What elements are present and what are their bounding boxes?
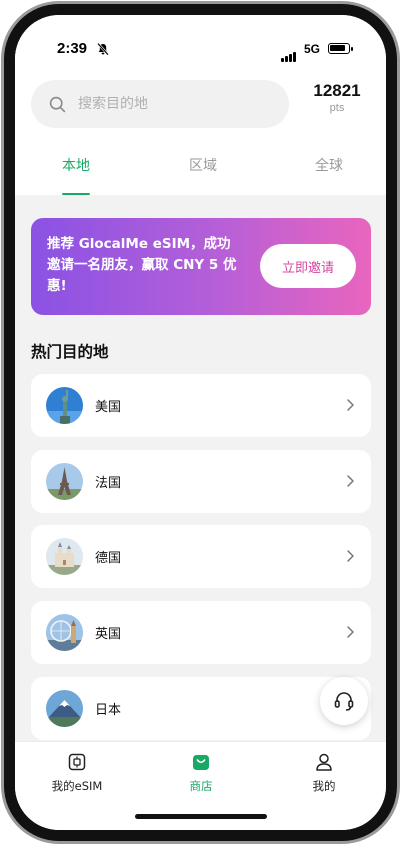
phone-frame: 2:39 5G 12821 pts 本地 区域 全球: [1, 1, 400, 844]
destination-item-germany[interactable]: 德国: [31, 525, 371, 588]
destination-name: 日本: [95, 703, 122, 718]
nav-label: 我的: [312, 779, 336, 793]
phone-bezel: 2:39 5G 12821 pts 本地 区域 全球: [4, 4, 397, 841]
castle-icon: [46, 538, 83, 575]
status-time: 2:39: [57, 40, 88, 57]
destination-item-france[interactable]: 法国: [31, 450, 371, 513]
battery-icon: [328, 43, 353, 54]
app-screen: 2:39 5G 12821 pts 本地 区域 全球: [15, 15, 386, 830]
invite-now-button[interactable]: 立即邀请: [260, 244, 356, 288]
mount-fuji-icon: [46, 690, 83, 727]
chevron-right-icon: [347, 550, 354, 562]
chevron-right-icon: [347, 475, 354, 487]
nav-profile[interactable]: 我的: [279, 752, 369, 794]
status-bar: 2:39 5G: [15, 15, 386, 77]
nav-my-esim[interactable]: 我的eSIM: [32, 752, 122, 794]
eiffel-tower-icon: [46, 463, 83, 500]
points-unit: pts: [329, 102, 345, 114]
destination-item-usa[interactable]: 美国: [31, 374, 371, 437]
destination-item-uk[interactable]: 英国: [31, 601, 371, 664]
headset-icon: [334, 692, 354, 711]
chevron-right-icon: [347, 399, 354, 411]
points-value: 12821: [313, 81, 361, 100]
network-type: 5G: [304, 42, 321, 56]
search-input[interactable]: [78, 96, 258, 112]
tab-region[interactable]: 区域: [173, 155, 233, 175]
tab-local[interactable]: 本地: [46, 155, 106, 175]
tab-global[interactable]: 全球: [299, 155, 359, 175]
london-eye-icon: [46, 614, 83, 651]
search-icon: [49, 96, 66, 112]
referral-banner[interactable]: 推荐 GlocalMe eSIM，成功邀请一名朋友，赢取 CNY 5 优惠! 立…: [31, 218, 371, 315]
destination-name: 法国: [95, 476, 122, 491]
shop-bag-icon: [193, 755, 209, 770]
search-bar[interactable]: [31, 80, 289, 128]
nav-label: 商店: [189, 779, 213, 793]
referral-text: 推荐 GlocalMe eSIM，成功邀请一名朋友，赢取 CNY 5 优惠!: [47, 236, 237, 294]
home-indicator[interactable]: [135, 814, 267, 819]
signal-strength-icon: [281, 43, 297, 62]
customer-support-button[interactable]: [320, 677, 368, 725]
user-icon: [316, 753, 332, 771]
destination-name: 英国: [95, 627, 122, 642]
destination-name: 德国: [95, 551, 122, 566]
statue-of-liberty-icon: [46, 387, 83, 424]
bell-muted-icon: [97, 42, 109, 56]
nav-shop[interactable]: 商店: [156, 752, 246, 794]
nav-label: 我的eSIM: [51, 779, 103, 793]
popular-destinations-title: 热门目的地: [31, 343, 109, 361]
active-tab-indicator: [62, 193, 90, 195]
esim-chip-icon: [68, 753, 86, 771]
header: 12821 pts 本地 区域 全球: [15, 77, 386, 195]
chevron-right-icon: [347, 626, 354, 638]
destination-tabs: 本地 区域 全球: [15, 147, 386, 195]
destination-item-japan[interactable]: 日本: [31, 677, 371, 740]
destination-name: 美国: [95, 400, 122, 415]
points-display[interactable]: 12821 pts: [303, 81, 371, 114]
